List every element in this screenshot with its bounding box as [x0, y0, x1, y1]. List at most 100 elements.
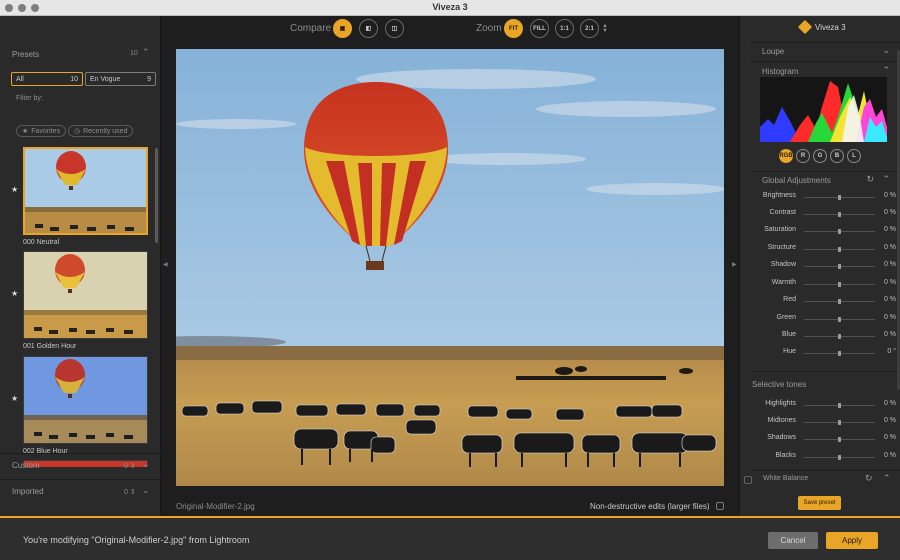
slider-value: 0 %: [883, 331, 896, 338]
chevron-up-icon[interactable]: ⌃: [882, 174, 890, 185]
channel-b-button[interactable]: B: [830, 149, 844, 163]
preset-item-golden-hour[interactable]: ★ 001 Golden Hour: [11, 251, 148, 350]
slider-handle[interactable]: [838, 334, 841, 339]
slider-handle[interactable]: [838, 455, 841, 460]
chevron-down-icon[interactable]: ⌄: [882, 45, 890, 56]
zoom-fill-button[interactable]: FILL: [530, 19, 549, 38]
channel-rgb-button[interactable]: RGB: [779, 149, 793, 163]
compare-split-button[interactable]: ◧: [359, 19, 378, 38]
slider-red[interactable]: Red 0 %: [740, 293, 900, 310]
zoom-1-1-button[interactable]: 1:1: [555, 19, 574, 38]
chevron-down-icon[interactable]: ⌄: [142, 485, 150, 496]
favorite-star-icon[interactable]: ★: [11, 185, 18, 194]
slider-green[interactable]: Green 0 %: [740, 311, 900, 328]
slider-shadow[interactable]: Shadow 0 %: [740, 258, 900, 275]
chevron-down-icon[interactable]: ⌄: [142, 459, 150, 470]
slider-contrast[interactable]: Contrast 0 %: [740, 206, 900, 223]
channel-g-button[interactable]: G: [813, 149, 827, 163]
chevron-up-icon[interactable]: ⌃: [142, 47, 150, 58]
slider-label: Brightness: [762, 192, 796, 199]
window-title: Viveza 3: [432, 2, 468, 12]
apply-button[interactable]: Apply: [826, 532, 878, 549]
reset-icon[interactable]: ↻: [866, 174, 874, 185]
white-balance-checkbox[interactable]: [744, 476, 752, 484]
slider-value: 0 %: [883, 400, 896, 407]
slider-blue[interactable]: Blue 0 %: [740, 328, 900, 345]
slider-handle[interactable]: [838, 317, 841, 322]
loupe-section-header[interactable]: Loupe ⌄: [762, 45, 900, 56]
slider-handle[interactable]: [838, 212, 841, 217]
chevron-up-icon[interactable]: ⌃: [883, 473, 891, 484]
slider-handle[interactable]: [838, 420, 841, 425]
window-titlebar: Viveza 3: [0, 0, 900, 16]
global-adjustments-label: Global Adjustments: [762, 176, 831, 185]
compare-label: Compare: [290, 23, 332, 34]
nondestructive-label: Non-destructive edits (larger files): [590, 502, 710, 511]
preset-thumbnail: [23, 356, 148, 444]
global-adjustments-header[interactable]: Global Adjustments ↻ ⌃: [762, 174, 900, 185]
save-preset-button[interactable]: Save preset: [798, 496, 841, 510]
presets-scrollbar[interactable]: [155, 148, 158, 243]
zoom-fit-button[interactable]: FIT: [504, 19, 523, 38]
nondestructive-checkbox[interactable]: [716, 502, 724, 510]
slider-label: Highlights: [765, 400, 796, 407]
slider-handle[interactable]: [838, 403, 841, 408]
chevron-up-icon[interactable]: ⌃: [882, 65, 890, 76]
slider-blacks[interactable]: Blacks 0 %: [740, 449, 900, 466]
filter-all-label: All: [16, 75, 24, 83]
slider-label: Shadow: [770, 261, 796, 268]
slider-handle[interactable]: [838, 299, 841, 304]
channel-l-button[interactable]: L: [847, 149, 861, 163]
filter-all[interactable]: All 10: [11, 72, 83, 86]
zoom-stepper-icon[interactable]: ▲ ▼: [602, 23, 608, 34]
slider-warmth[interactable]: Warmth 0 %: [740, 276, 900, 293]
compare-side-by-side-button[interactable]: ◫: [385, 19, 404, 38]
adjustments-panel: Viveza 3 Loupe ⌄ Histogram ⌃ RGB R G B L…: [739, 16, 900, 516]
cancel-button[interactable]: Cancel: [768, 532, 818, 549]
star-icon: ★: [22, 128, 29, 135]
slider-handle[interactable]: [838, 229, 841, 234]
slider-highlights[interactable]: Highlights 0 %: [740, 397, 900, 414]
slider-label: Contrast: [769, 209, 796, 216]
collapse-left-panel-icon[interactable]: ◀: [163, 261, 168, 268]
slider-shadows[interactable]: Shadows 0 %: [740, 431, 900, 448]
favorite-star-icon[interactable]: ★: [11, 394, 18, 403]
channel-r-button[interactable]: R: [796, 149, 810, 163]
zoom-2-1-button[interactable]: 2:1: [580, 19, 599, 38]
selective-tones-label: Selective tones: [752, 380, 807, 389]
slider-handle[interactable]: [838, 437, 841, 442]
preset-item-neutral[interactable]: ★ 000 Neutral: [11, 147, 148, 246]
custom-section[interactable]: Custom 0 ⇕ ⌄: [0, 453, 161, 478]
slider-midtones[interactable]: Midtones 0 %: [740, 414, 900, 431]
slider-saturation[interactable]: Saturation 0 %: [740, 223, 900, 240]
collapse-right-panel-icon[interactable]: ▶: [732, 261, 737, 268]
slider-handle[interactable]: [838, 195, 841, 200]
preset-item-blue-hour[interactable]: ★ 002 Blue Hour: [11, 356, 148, 455]
divider: [750, 171, 900, 172]
preview-area: Compare ▣ ◧ ◫ Zoom FIT FILL 1:1 2:1 ▲▼: [170, 16, 731, 516]
imported-section[interactable]: Imported 0 ⇕ ⌄: [0, 479, 161, 504]
presets-title: Presets: [12, 50, 40, 59]
white-balance-section-header[interactable]: White Balance ↻ ⌃: [740, 473, 900, 490]
divider: [750, 61, 900, 62]
slider-label: Red: [783, 296, 796, 303]
recently-used-filter-pill[interactable]: ◷ Recently used: [68, 125, 134, 137]
slider-handle[interactable]: [838, 247, 841, 252]
slider-handle[interactable]: [838, 351, 841, 356]
favorite-star-icon[interactable]: ★: [11, 289, 18, 298]
reset-icon[interactable]: ↻: [865, 473, 873, 484]
favorites-filter-pill[interactable]: ★ Favorites: [16, 125, 67, 137]
slider-brightness[interactable]: Brightness 0 %: [740, 189, 900, 206]
filter-en-vogue[interactable]: En Vogue 9: [85, 72, 156, 86]
slider-handle[interactable]: [838, 264, 841, 269]
recently-used-label: Recently used: [83, 127, 128, 135]
slider-label: Structure: [767, 244, 796, 251]
histogram-section-header[interactable]: Histogram ⌃: [762, 65, 900, 76]
slider-structure[interactable]: Structure 0 %: [740, 241, 900, 258]
preview-image[interactable]: [176, 49, 724, 486]
slider-hue[interactable]: Hue 0 °: [740, 345, 900, 362]
viveza-logo-icon: [797, 19, 813, 35]
slider-handle[interactable]: [838, 282, 841, 287]
loupe-label: Loupe: [762, 47, 785, 56]
compare-single-button[interactable]: ▣: [333, 19, 352, 38]
